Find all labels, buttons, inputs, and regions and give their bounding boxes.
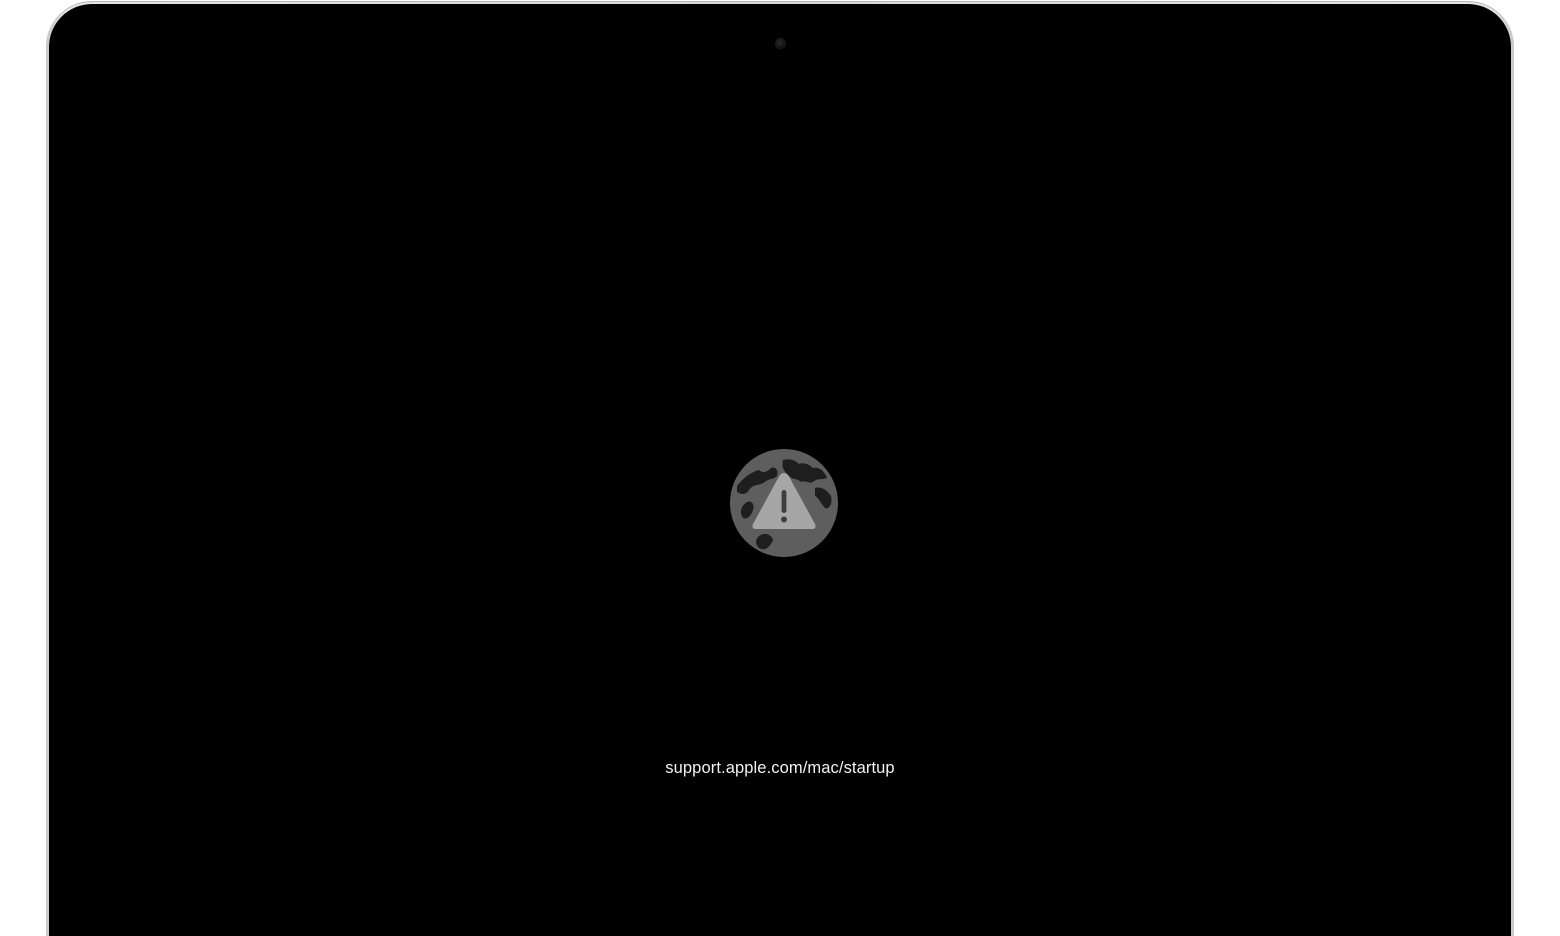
display-screen: support.apple.com/mac/startup	[49, 4, 1511, 936]
mac-startup-screen: support.apple.com/mac/startup	[0, 0, 1560, 936]
camera-icon	[776, 39, 785, 48]
globe-warning-icon	[729, 448, 839, 558]
exclamation-dot	[781, 516, 787, 523]
globe-warning-graphic	[730, 449, 838, 557]
laptop-frame: support.apple.com/mac/startup	[46, 1, 1514, 936]
exclamation-bar	[781, 490, 787, 513]
support-url-text: support.apple.com/mac/startup	[665, 759, 895, 777]
